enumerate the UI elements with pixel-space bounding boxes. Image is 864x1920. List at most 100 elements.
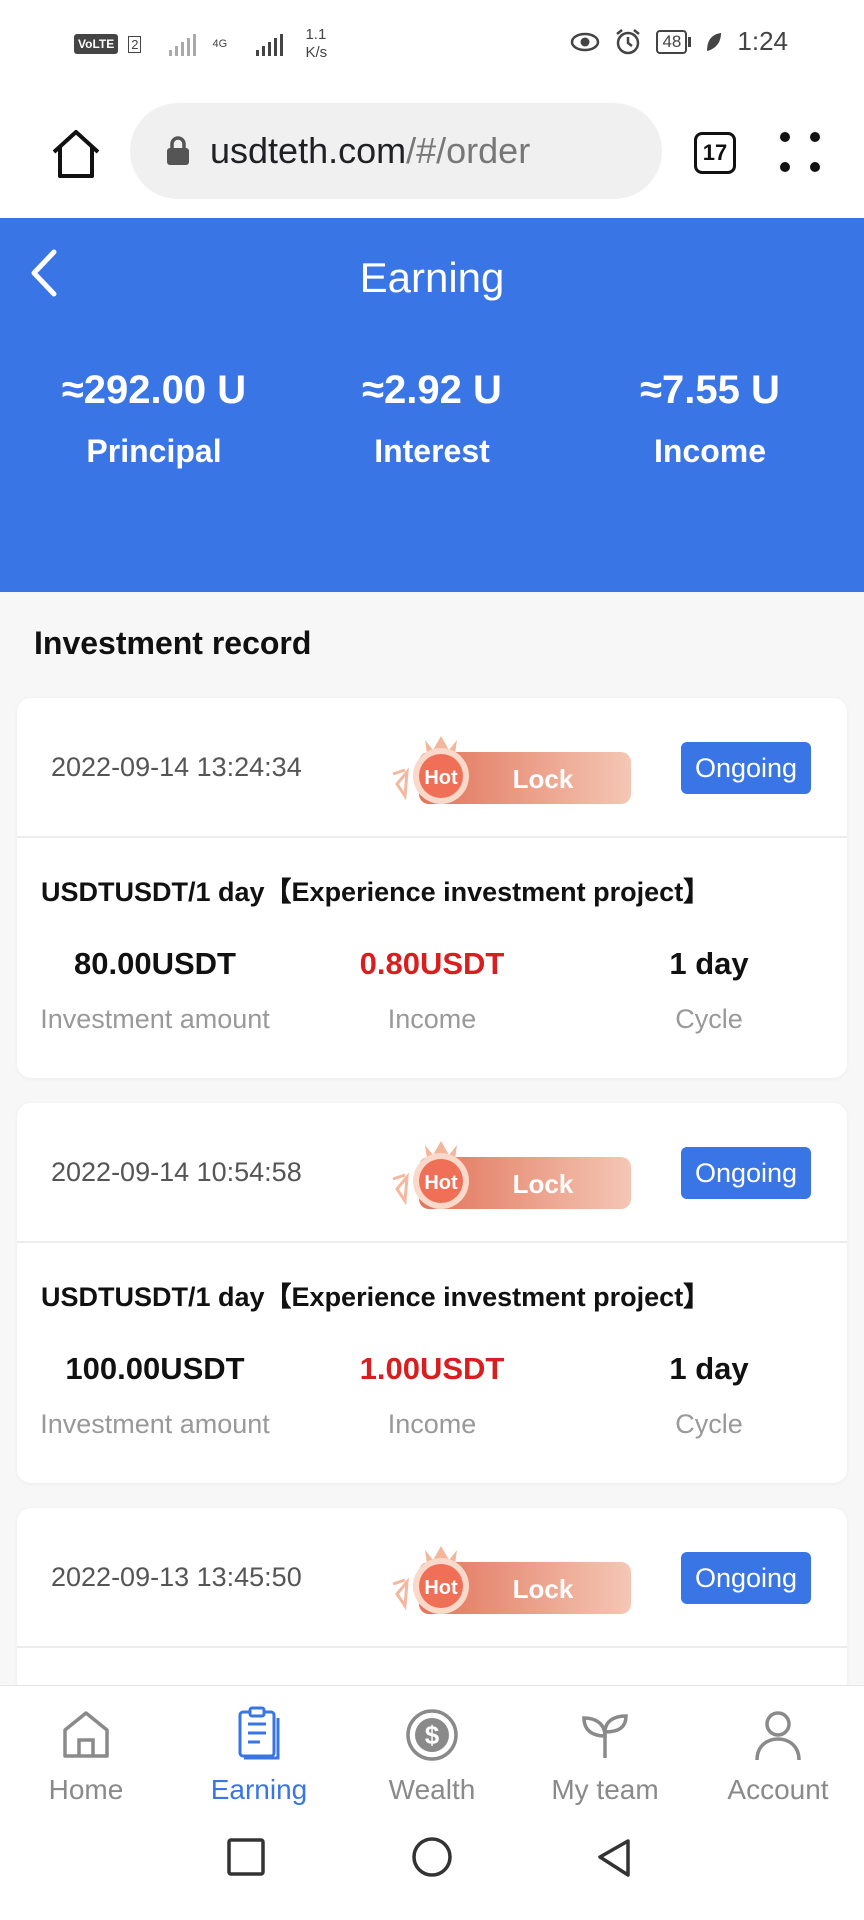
hot-lock-badge-icon: Hot Lock bbox=[392, 1141, 631, 1209]
hot-lock-badge-icon: Hot Lock bbox=[392, 736, 631, 804]
investment-amount-label: Investment amount bbox=[40, 1004, 270, 1034]
nav-account[interactable]: Account bbox=[692, 1706, 864, 1806]
earning-header: Earning ≈292.00 U Principal ≈2.92 U Inte… bbox=[0, 218, 864, 592]
income-value: 1.00USDT bbox=[359, 1351, 505, 1386]
card-body: USDTUSDT/1 day【Experience investment pro… bbox=[17, 1243, 847, 1483]
project-name: USDTUSDT/1 day【Experience investment pro… bbox=[41, 877, 711, 907]
investment-amount-label: Investment amount bbox=[40, 1409, 270, 1439]
lock-label: Lock bbox=[513, 1169, 574, 1199]
stat-principal: ≈292.00 U Principal bbox=[10, 368, 298, 470]
nav-home[interactable]: Home bbox=[0, 1706, 172, 1806]
browser-menu-icon[interactable] bbox=[780, 132, 824, 176]
battery-level: 48 bbox=[656, 29, 688, 54]
investment-amount-value: 100.00USDT bbox=[65, 1351, 245, 1386]
alarm-icon bbox=[616, 28, 641, 54]
tab-switcher-button[interactable]: 17 bbox=[694, 132, 736, 174]
back-button-icon[interactable] bbox=[594, 1837, 634, 1879]
network-type: 4G bbox=[212, 38, 228, 50]
dollar-coin-icon: $ bbox=[406, 1709, 458, 1761]
nav-my-team[interactable]: My team bbox=[519, 1706, 691, 1806]
lock-label: Lock bbox=[513, 764, 574, 794]
clipboard-icon bbox=[238, 1706, 280, 1760]
browser-toolbar: usdteth.com/#/order 17 bbox=[0, 88, 864, 218]
investment-amount-column: 80.00USDT Investment amount bbox=[17, 946, 293, 1035]
url-path: /#/order bbox=[406, 130, 531, 171]
nav-label: Wealth bbox=[388, 1774, 476, 1805]
status-bar: VoLTE 2 4G 1.1 K/s 48 1:24 bbox=[0, 0, 864, 88]
nav-label: Account bbox=[727, 1774, 829, 1805]
battery-icon: 48 bbox=[656, 29, 692, 54]
record-date: 2022-09-14 13:24:34 bbox=[51, 752, 302, 782]
cycle-value: 1 day bbox=[669, 1351, 749, 1386]
stat-interest: ≈2.92 U Interest bbox=[288, 368, 576, 470]
hot-label: Hot bbox=[424, 1172, 458, 1194]
cycle-label: Cycle bbox=[675, 1409, 743, 1439]
recent-apps-icon[interactable] bbox=[226, 1837, 266, 1877]
project-name: USDTUSDT/1 day【Experience investment pro… bbox=[41, 1282, 711, 1312]
hot-lock-badge-icon: Hot Lock bbox=[392, 1546, 631, 1614]
stat-income: ≈7.55 U Income bbox=[566, 368, 854, 470]
person-icon bbox=[755, 1711, 801, 1761]
cycle-label: Cycle bbox=[675, 1004, 743, 1034]
svg-text:$: $ bbox=[425, 1720, 440, 1750]
status-bar-left: VoLTE 2 4G 1.1 K/s bbox=[74, 26, 327, 62]
speed-unit: K/s bbox=[305, 44, 328, 61]
leaf-icon bbox=[707, 32, 722, 51]
income-column: 1.00USDT Income bbox=[294, 1351, 570, 1440]
url-host: usdteth.com bbox=[210, 130, 407, 171]
lock-label: Lock bbox=[513, 1574, 574, 1604]
stat-value: ≈7.55 U bbox=[640, 368, 780, 412]
status-badge: Ongoing bbox=[681, 1552, 811, 1604]
nav-label: Home bbox=[48, 1774, 124, 1805]
url-text: usdteth.com/#/order bbox=[210, 130, 530, 172]
clock: 1:24 bbox=[737, 26, 788, 56]
address-bar[interactable]: usdteth.com/#/order bbox=[130, 103, 662, 199]
signal-strength-icon bbox=[256, 32, 284, 56]
sprout-icon bbox=[582, 1714, 628, 1758]
nav-label: My team bbox=[551, 1774, 659, 1805]
investment-record-card[interactable]: 2022-09-14 13:24:34 Hot Lock Ongoing USD… bbox=[17, 698, 847, 1078]
nav-wealth[interactable]: $ Wealth bbox=[346, 1706, 518, 1806]
speed-value: 1.1 bbox=[305, 26, 327, 43]
nav-earning[interactable]: Earning bbox=[173, 1706, 345, 1806]
investment-amount-column: 100.00USDT Investment amount bbox=[17, 1351, 293, 1440]
card-header: 2022-09-14 13:24:34 Hot Lock Ongoing bbox=[17, 698, 847, 838]
record-date: 2022-09-14 10:54:58 bbox=[51, 1157, 302, 1187]
home-icon bbox=[63, 1711, 109, 1758]
income-label: Income bbox=[387, 1004, 477, 1034]
card-body: USDTUSDT/1 day【Experience investment pro… bbox=[17, 838, 847, 1078]
card-header: 2022-09-13 13:45:50 Hot Lock Ongoing bbox=[17, 1508, 847, 1648]
stat-label: Interest bbox=[374, 433, 490, 469]
system-navigation-bar bbox=[0, 1815, 864, 1920]
sim-number: 2 bbox=[128, 35, 142, 53]
record-date: 2022-09-13 13:45:50 bbox=[51, 1562, 302, 1592]
status-badge: Ongoing bbox=[681, 742, 811, 794]
network-speed: 1.1 K/s bbox=[305, 26, 327, 62]
stat-label: Income bbox=[653, 433, 767, 469]
eye-icon bbox=[571, 32, 600, 51]
income-label: Income bbox=[387, 1409, 477, 1439]
home-button-icon[interactable] bbox=[410, 1837, 454, 1881]
investment-record-card[interactable]: 2022-09-14 10:54:58 Hot Lock Ongoing USD… bbox=[17, 1103, 847, 1483]
stat-value: ≈2.92 U bbox=[362, 368, 502, 412]
investment-amount-value: 80.00USDT bbox=[74, 946, 236, 981]
lock-icon bbox=[167, 136, 189, 165]
stat-label: Principal bbox=[86, 433, 222, 469]
nav-label: Earning bbox=[210, 1774, 308, 1805]
cycle-column: 1 day Cycle bbox=[571, 1351, 847, 1440]
investment-record-card[interactable]: 2022-09-13 13:45:50 Hot Lock Ongoing bbox=[17, 1508, 847, 1708]
income-column: 0.80USDT Income bbox=[294, 946, 570, 1035]
cycle-column: 1 day Cycle bbox=[571, 946, 847, 1035]
page-title: Earning bbox=[359, 254, 505, 301]
browser-home-icon[interactable] bbox=[48, 126, 104, 182]
status-badge: Ongoing bbox=[681, 1147, 811, 1199]
bottom-nav: Home Earning $ Wealth My team Account bbox=[0, 1685, 864, 1815]
hot-label: Hot bbox=[424, 1577, 458, 1599]
hot-label: Hot bbox=[424, 767, 458, 789]
status-bar-right: 48 1:24 bbox=[570, 26, 788, 57]
signal-strength-icon bbox=[169, 32, 197, 56]
cycle-value: 1 day bbox=[669, 946, 749, 981]
income-value: 0.80USDT bbox=[359, 946, 505, 981]
stat-value: ≈292.00 U bbox=[61, 368, 247, 412]
volte-indicator: VoLTE bbox=[74, 34, 119, 54]
